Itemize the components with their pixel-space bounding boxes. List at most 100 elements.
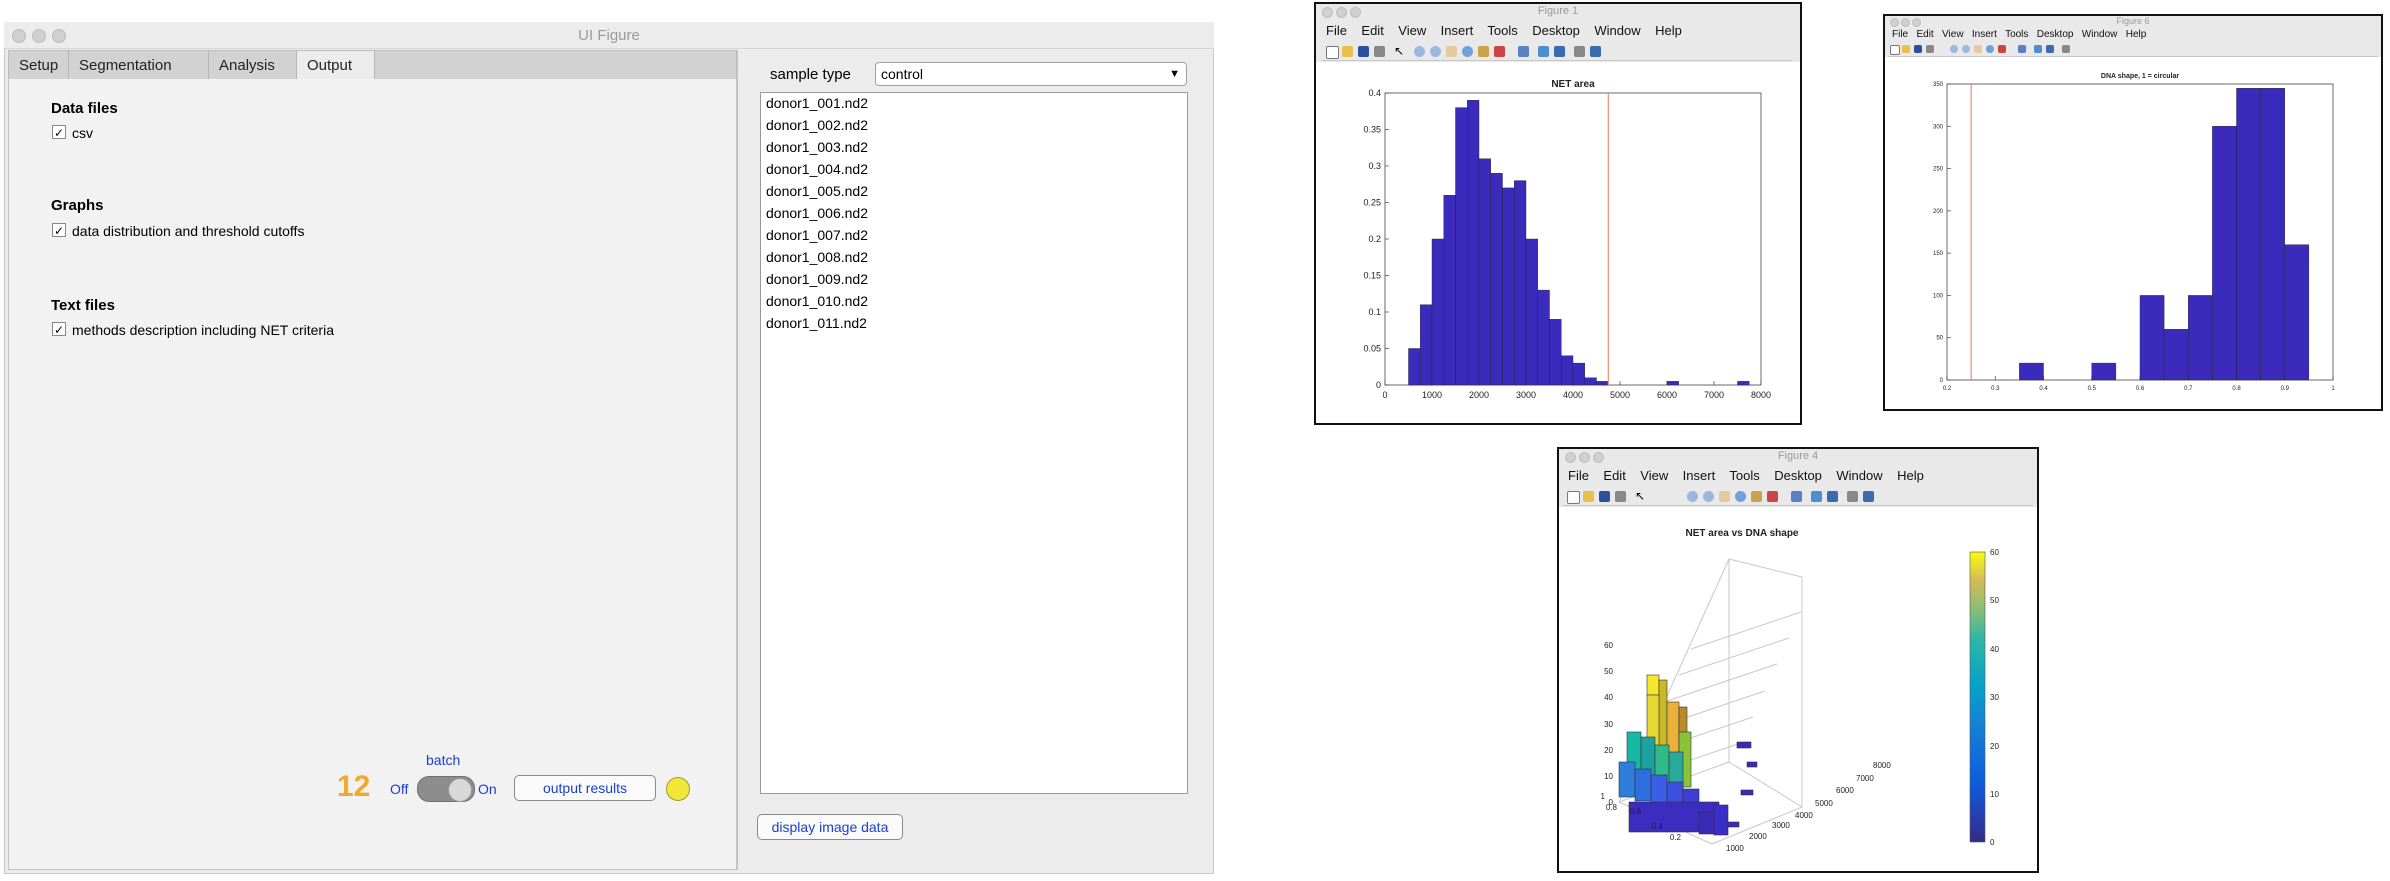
pan-icon[interactable] — [1719, 491, 1730, 502]
list-item[interactable]: donor1_006.nd2 — [766, 205, 868, 221]
menu-desktop[interactable]: Desktop — [2037, 29, 2074, 40]
list-item[interactable]: donor1_011.nd2 — [766, 315, 867, 331]
link-icon[interactable] — [1791, 491, 1802, 502]
menu-tools[interactable]: Tools — [2005, 29, 2028, 40]
pan-icon[interactable] — [1974, 45, 1982, 53]
menu-file[interactable]: File — [1892, 29, 1908, 40]
rotate-icon[interactable] — [1986, 45, 1994, 53]
graphs-checkbox[interactable]: ✓ — [52, 223, 66, 238]
menu-help[interactable]: Help — [1655, 23, 1682, 38]
link-icon[interactable] — [1518, 46, 1529, 57]
pointer-icon[interactable]: ↖ — [1394, 44, 1404, 58]
list-item[interactable]: donor1_002.nd2 — [766, 117, 868, 133]
pointer-icon[interactable]: ↖ — [1635, 489, 1645, 503]
open-file-icon[interactable] — [1342, 46, 1353, 57]
list-item[interactable]: donor1_004.nd2 — [766, 161, 868, 177]
menu-help[interactable]: Help — [2126, 29, 2147, 40]
new-figure-icon[interactable] — [1326, 46, 1339, 59]
brush-icon[interactable] — [1494, 46, 1505, 57]
menu-edit[interactable]: Edit — [1361, 23, 1383, 38]
rotate-icon[interactable] — [1735, 491, 1746, 502]
menu-insert[interactable]: Insert — [1972, 29, 1997, 40]
list-item[interactable]: donor1_009.nd2 — [766, 271, 868, 287]
tab-output[interactable]: Output — [297, 51, 375, 81]
output-results-button[interactable]: output results — [514, 775, 656, 801]
zoom-out-icon[interactable] — [1962, 45, 1970, 53]
grid-icon[interactable] — [1847, 491, 1858, 502]
menu-file[interactable]: File — [1568, 468, 1589, 483]
save-icon[interactable] — [1599, 491, 1610, 502]
tab-segmentation[interactable]: Segmentation — [69, 51, 209, 80]
data-cursor-icon[interactable] — [1478, 46, 1489, 57]
brush-icon[interactable] — [1998, 45, 2006, 53]
sample-type-dropdown[interactable]: control ▼ — [875, 62, 1187, 86]
print-icon[interactable] — [1374, 46, 1385, 57]
menu-edit[interactable]: Edit — [1603, 468, 1625, 483]
new-figure-icon[interactable] — [1567, 491, 1580, 504]
legend-icon[interactable] — [2046, 45, 2054, 53]
menu-window[interactable]: Window — [2082, 29, 2118, 40]
y-tick-label: 200 — [1933, 209, 1944, 215]
zoom-out-icon[interactable] — [1430, 46, 1441, 57]
list-item[interactable]: donor1_010.nd2 — [766, 293, 868, 309]
grid-icon[interactable] — [1574, 46, 1585, 57]
print-icon[interactable] — [1615, 491, 1626, 502]
menu-tools[interactable]: Tools — [1729, 468, 1759, 483]
histogram-bar — [1537, 289, 1550, 386]
list-item[interactable]: donor1_001.nd2 — [766, 95, 868, 111]
new-figure-icon[interactable] — [1890, 45, 1900, 55]
brush-icon[interactable] — [1767, 491, 1778, 502]
legend-icon[interactable] — [1554, 46, 1565, 57]
grid-icon[interactable] — [2062, 45, 2070, 53]
tab-analysis[interactable]: Analysis — [209, 51, 297, 80]
save-icon[interactable] — [1358, 46, 1369, 57]
y-tick-label: 150 — [1933, 251, 1944, 257]
open-file-icon[interactable] — [1902, 45, 1910, 53]
menu-edit[interactable]: Edit — [1916, 29, 1933, 40]
menu-view[interactable]: View — [1398, 23, 1426, 38]
switch-knob[interactable] — [448, 778, 472, 802]
dock-icon[interactable] — [1863, 491, 1874, 502]
menu-file[interactable]: File — [1326, 23, 1347, 38]
zoom-in-icon[interactable] — [1950, 45, 1958, 53]
list-item[interactable]: donor1_005.nd2 — [766, 183, 868, 199]
colorbar-icon[interactable] — [1538, 46, 1549, 57]
menu-desktop[interactable]: Desktop — [1774, 468, 1822, 483]
print-icon[interactable] — [1926, 45, 1934, 53]
zoom-in-icon[interactable] — [1687, 491, 1698, 502]
x-tick-label: 4000 — [1563, 390, 1583, 400]
batch-switch[interactable] — [417, 776, 475, 802]
display-image-data-button[interactable]: display image data — [757, 814, 903, 840]
menu-window[interactable]: Window — [1594, 23, 1640, 38]
menu-view[interactable]: View — [1942, 29, 1964, 40]
tab-setup[interactable]: Setup — [9, 51, 69, 80]
file-listbox[interactable]: donor1_001.nd2 donor1_002.nd2 donor1_003… — [760, 92, 1188, 794]
text-files-checkbox[interactable]: ✓ — [52, 322, 66, 337]
list-item[interactable]: donor1_007.nd2 — [766, 227, 868, 243]
menu-window[interactable]: Window — [1836, 468, 1882, 483]
rotate-icon[interactable] — [1462, 46, 1473, 57]
open-file-icon[interactable] — [1583, 491, 1594, 502]
dock-icon[interactable] — [1590, 46, 1601, 57]
link-icon[interactable] — [2018, 45, 2026, 53]
colorbar-icon[interactable] — [2034, 45, 2042, 53]
3d-bar — [1736, 741, 1752, 749]
list-item[interactable]: donor1_008.nd2 — [766, 249, 868, 265]
histogram-bar — [1737, 381, 1750, 386]
menu-insert[interactable]: Insert — [1683, 468, 1716, 483]
list-item[interactable]: donor1_003.nd2 — [766, 139, 868, 155]
menu-help[interactable]: Help — [1897, 468, 1924, 483]
csv-checkbox[interactable]: ✓ — [52, 125, 66, 140]
zoom-in-icon[interactable] — [1414, 46, 1425, 57]
y-tick-label: 250 — [1933, 167, 1944, 173]
menu-view[interactable]: View — [1640, 468, 1668, 483]
pan-icon[interactable] — [1446, 46, 1457, 57]
colorbar-icon[interactable] — [1811, 491, 1822, 502]
legend-icon[interactable] — [1827, 491, 1838, 502]
zoom-out-icon[interactable] — [1703, 491, 1714, 502]
data-cursor-icon[interactable] — [1751, 491, 1762, 502]
save-icon[interactable] — [1914, 45, 1922, 53]
menu-insert[interactable]: Insert — [1441, 23, 1474, 38]
menu-desktop[interactable]: Desktop — [1532, 23, 1580, 38]
menu-tools[interactable]: Tools — [1487, 23, 1517, 38]
